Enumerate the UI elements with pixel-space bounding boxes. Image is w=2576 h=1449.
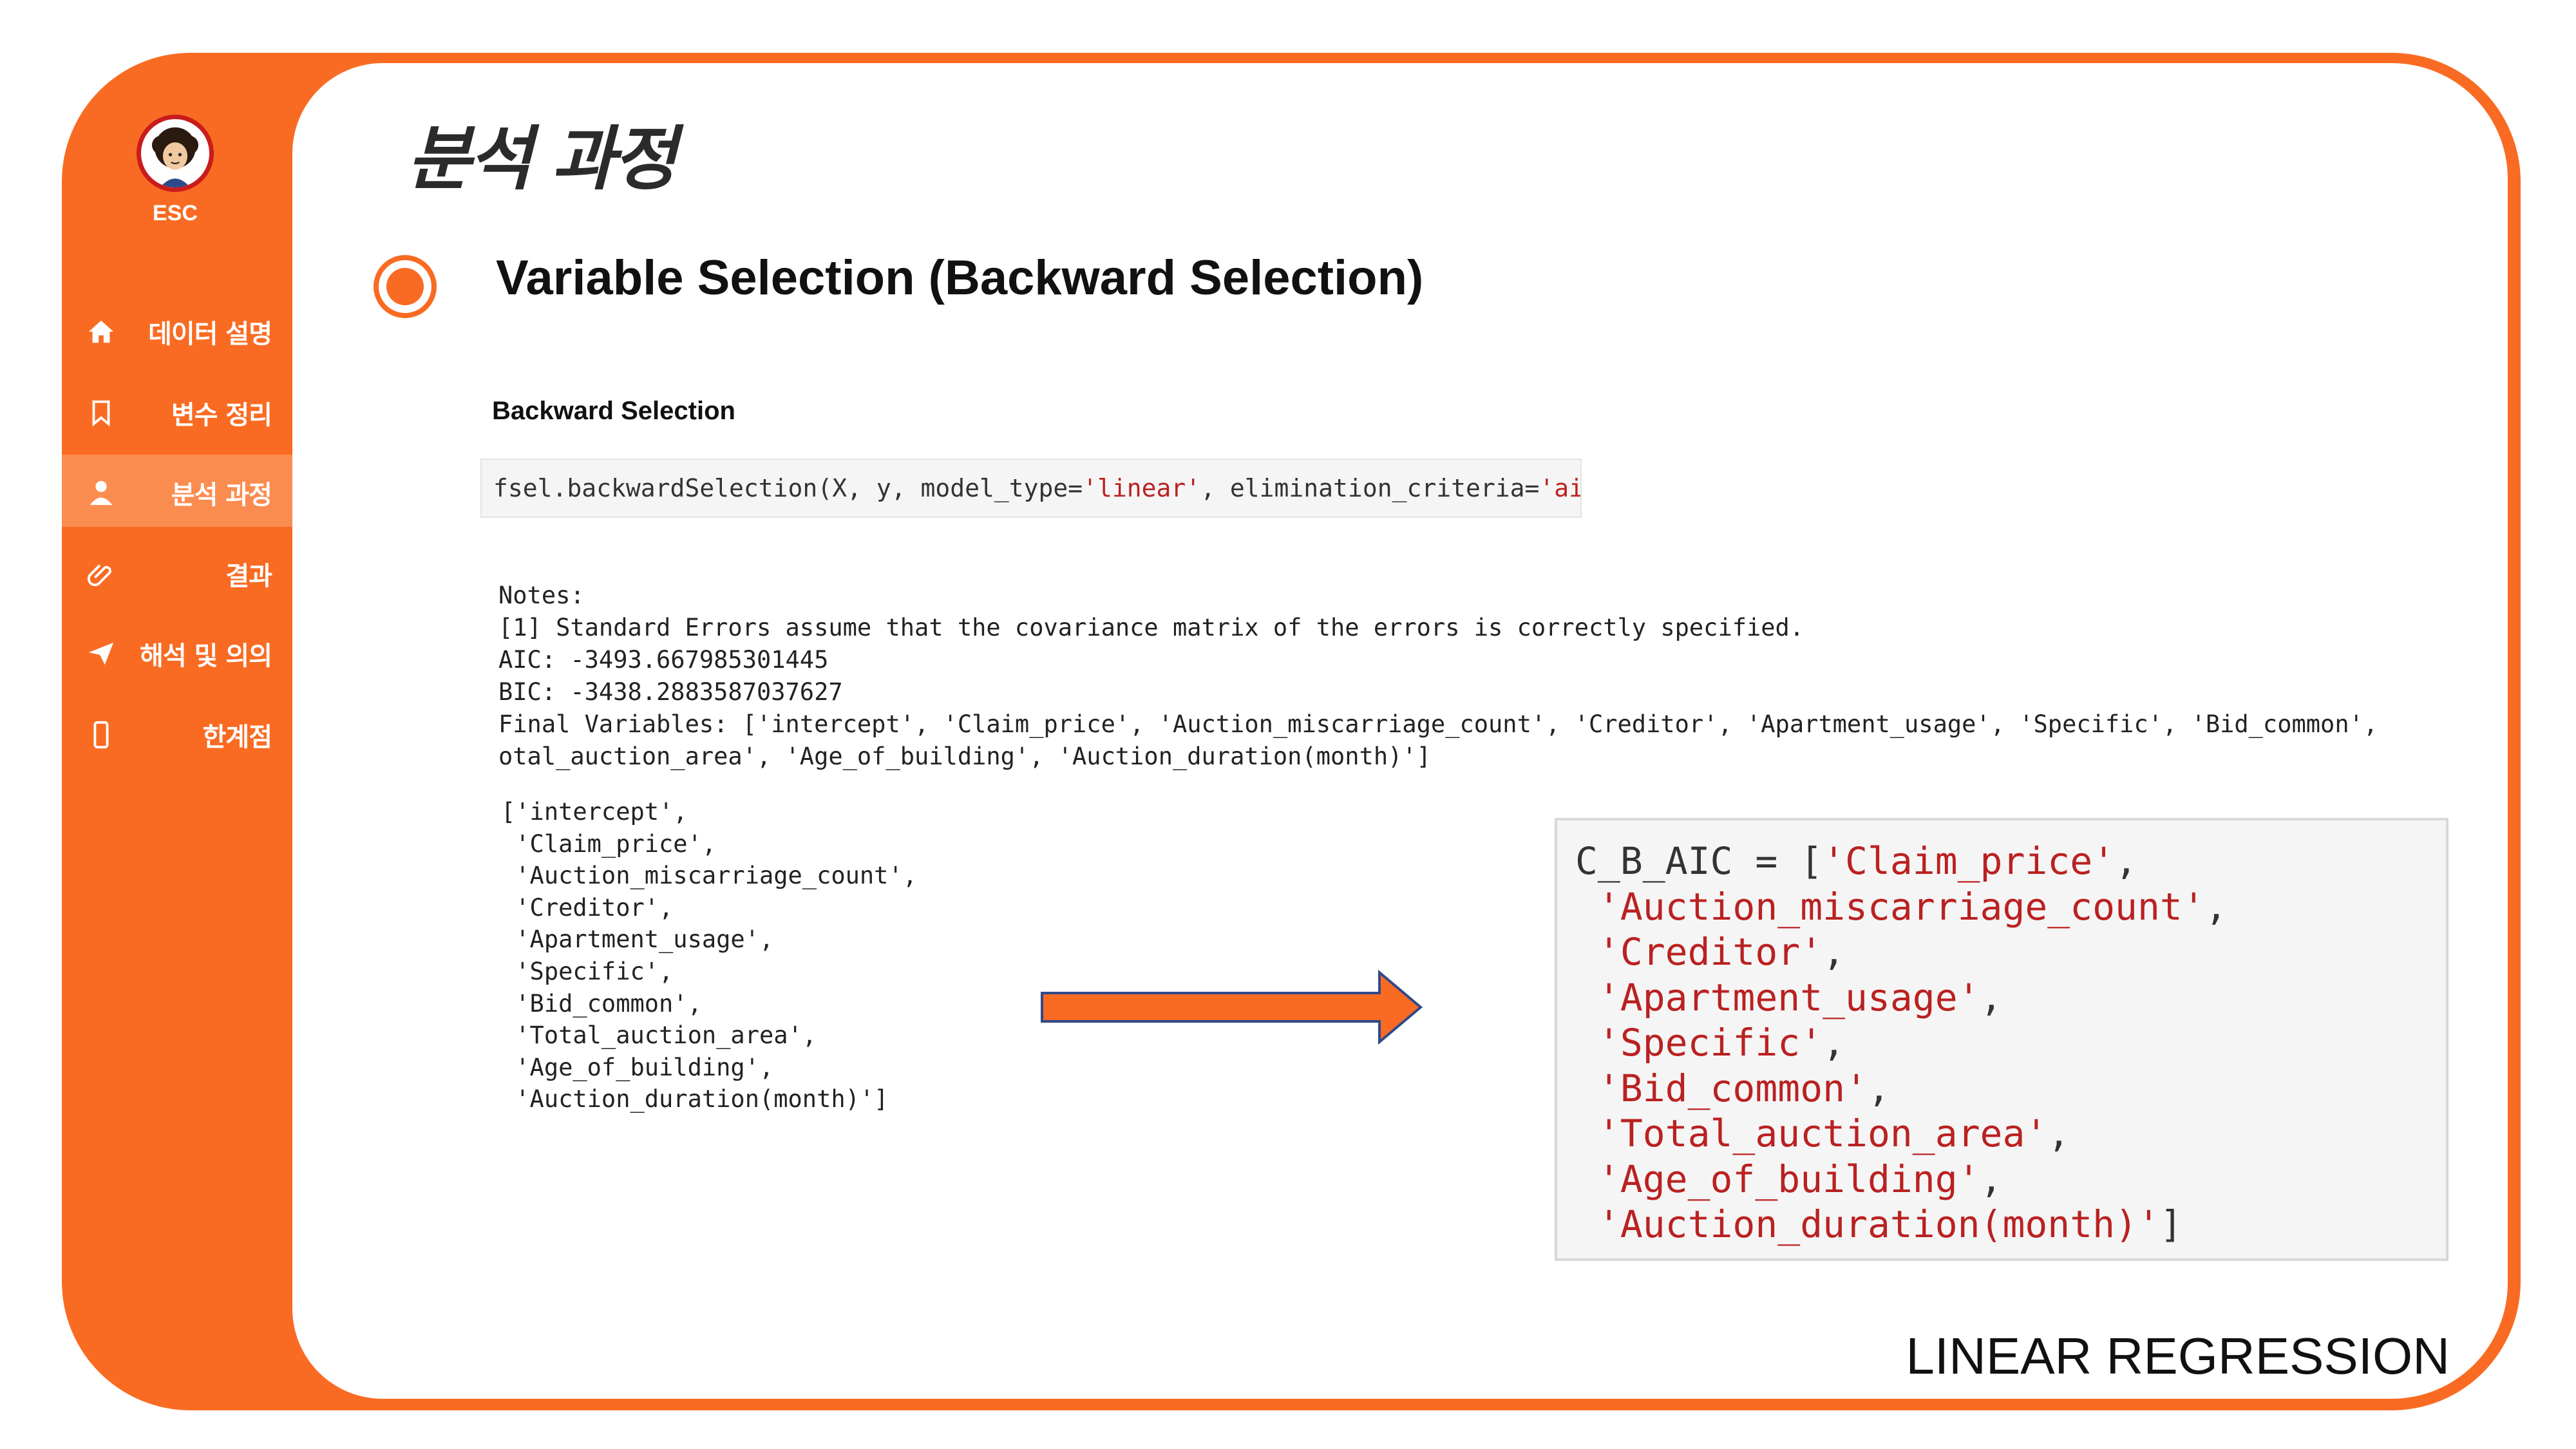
result-item: 'Bid_common' <box>1597 1066 1868 1110</box>
bookmark-icon <box>85 398 117 428</box>
send-icon <box>85 639 117 668</box>
output-line: 'Auction_miscarriage_count', <box>501 862 918 890</box>
output-line: 'Creditor', <box>501 893 674 922</box>
sidebar-item-data-description[interactable]: 데이터 설명 <box>62 294 292 366</box>
sidebar-item-analysis-process[interactable]: 분석 과정 <box>62 455 292 527</box>
sidebar-item-label: 해석 및 의의 <box>140 641 272 671</box>
code-cell[interactable]: fsel.backwardSelection(X, y, model_type=… <box>480 459 1582 518</box>
brand-name: ESC <box>153 201 198 225</box>
right-arrow-icon <box>1041 969 1423 1045</box>
output-line: ['intercept', <box>501 798 688 826</box>
result-item: 'Apartment_usage' <box>1597 975 1980 1019</box>
page-title: 분석 과정 <box>407 119 677 200</box>
output-line: Notes: <box>498 582 585 609</box>
result-line: 'Apartment_usage', <box>1597 975 2003 1019</box>
code-string: 'aic' <box>1539 474 1580 502</box>
section-title: Variable Selection (Backward Selection) <box>496 251 1424 305</box>
output-line: BIC: -3438.2883587037627 <box>498 678 843 706</box>
result-line: 'Creditor', <box>1597 930 1846 974</box>
result-line: 'Auction_duration(month)'] <box>1597 1202 2183 1246</box>
result-item: 'Creditor' <box>1597 930 1823 974</box>
sidebar-item-interpretation[interactable]: 해석 및 의의 <box>62 616 292 688</box>
output-line: Final Variables: ['intercept', 'Claim_pr… <box>498 710 2378 738</box>
sub-heading: Backward Selection <box>492 397 735 425</box>
result-var-name: C_B_AIC = [ <box>1575 839 1823 883</box>
sidebar-item-label: 분석 과정 <box>171 480 272 510</box>
result-line: 'Total_auction_area', <box>1597 1112 2070 1155</box>
result-item: 'Total_auction_area' <box>1597 1112 2048 1155</box>
sidebar-item-label: 데이터 설명 <box>148 319 272 349</box>
result-item: 'Auction_miscarriage_count' <box>1597 884 2205 929</box>
output-line: 'Age_of_building', <box>501 1053 774 1081</box>
output-line: 'Specific', <box>501 957 674 985</box>
output-line: 'Bid_common', <box>501 989 702 1018</box>
sidebar-item-variable-summary[interactable]: 변수 정리 <box>62 375 292 447</box>
paperclip-icon <box>85 559 117 589</box>
home-icon <box>85 317 117 346</box>
result-line: 'Age_of_building', <box>1597 1157 2003 1201</box>
result-code-box: C_B_AIC = ['Claim_price', 'Auction_misca… <box>1555 818 2448 1261</box>
footer-label: LINEAR REGRESSION <box>1906 1327 2450 1385</box>
sidebar-item-label: 한계점 <box>202 723 272 752</box>
result-item: 'Claim_price' <box>1823 839 2116 883</box>
result-line: 'Bid_common', <box>1597 1066 1890 1110</box>
output-notes: Notes: [1] Standard Errors assume that th… <box>498 580 2378 773</box>
code-text: , elimination_criteria= <box>1200 474 1540 502</box>
result-item: 'Age_of_building' <box>1597 1157 1980 1201</box>
result-line: C_B_AIC = ['Claim_price', <box>1575 839 2137 883</box>
avatar <box>137 115 214 192</box>
sidebar-item-limitations[interactable]: 한계점 <box>62 697 292 769</box>
code-text: fsel.backwardSelection(X, y, model_type= <box>493 474 1083 502</box>
sidebar-item-label: 변수 정리 <box>171 401 272 430</box>
output-line: otal_auction_area', 'Age_of_building', '… <box>498 743 1431 770</box>
sidebar-item-label: 결과 <box>225 562 272 591</box>
avatar-face-icon <box>151 127 199 187</box>
output-line: [1] Standard Errors assume that the cova… <box>498 614 1804 641</box>
bullet-circle-icon <box>374 255 437 318</box>
result-item: 'Specific' <box>1597 1021 1823 1065</box>
output-line: 'Auction_duration(month)'] <box>501 1085 889 1113</box>
code-string: 'linear' <box>1083 474 1201 502</box>
output-line: 'Total_auction_area', <box>501 1021 817 1050</box>
result-item: 'Auction_duration(month)' <box>1597 1202 2160 1246</box>
result-line: 'Specific', <box>1597 1021 1846 1065</box>
sidebar-item-results[interactable]: 결과 <box>62 536 292 608</box>
result-line: 'Auction_miscarriage_count', <box>1597 884 2228 929</box>
mobile-icon <box>85 720 117 750</box>
output-list: ['intercept', 'Claim_price', 'Auction_mi… <box>501 796 917 1115</box>
output-line: 'Claim_price', <box>501 829 717 858</box>
user-icon <box>85 478 117 507</box>
output-line: 'Apartment_usage', <box>501 925 774 954</box>
output-line: AIC: -3493.667985301445 <box>498 646 829 674</box>
